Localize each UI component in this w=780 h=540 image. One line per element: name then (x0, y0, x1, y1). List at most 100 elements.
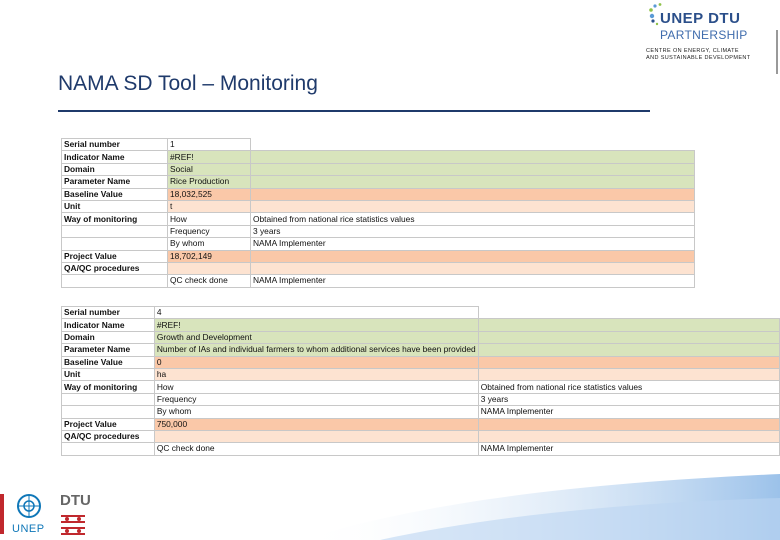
row-label-cell: Unit (61, 199, 168, 214)
row-label-cell (61, 405, 155, 419)
row-value-cell (153, 429, 479, 444)
row-value-cell: 1 (167, 137, 251, 152)
table-row: Parameter Name Rice Production (61, 175, 695, 189)
row-detail-cell (477, 343, 780, 357)
row-value-cell: How (167, 212, 251, 226)
table-row: By whom NAMA Implementer (61, 405, 780, 419)
logo-line-1: UNEP DTU (660, 10, 741, 27)
table-row: Domain Growth and Development (61, 330, 780, 345)
row-detail-cell (250, 249, 695, 263)
row-detail-cell (477, 330, 780, 345)
row-detail-cell (250, 175, 695, 189)
row-detail-cell: 3 years (250, 224, 695, 239)
row-value-cell: Frequency (153, 392, 479, 407)
table-row: Indicator Name #REF! (61, 150, 695, 164)
row-label-cell: QA/QC procedures (61, 429, 155, 444)
row-label-cell: Parameter Name (61, 343, 155, 357)
table-row: Indicator Name #REF! (61, 318, 780, 332)
table-row: Project Value 750,000 (61, 417, 780, 431)
row-detail-cell (477, 367, 780, 382)
table-row: Frequency 3 years (61, 392, 780, 407)
row-detail-cell: 3 years (477, 392, 780, 407)
table-row: Frequency 3 years (61, 224, 695, 239)
row-label-cell: Baseline Value (61, 187, 168, 201)
red-accent-bar (0, 494, 4, 534)
unep-label: UNEP (12, 523, 45, 535)
logo-divider (776, 30, 778, 74)
table-row: Way of monitoring How Obtained from nation… (61, 380, 780, 394)
row-label-cell: Project Value (61, 417, 155, 431)
table-row: Unit ha (61, 367, 780, 382)
table-row: QA/QC procedures (61, 429, 780, 444)
row-detail-cell (250, 187, 695, 201)
row-detail-cell (477, 417, 780, 431)
row-value-cell: t (167, 199, 251, 214)
row-label-cell (61, 274, 168, 288)
table-row: Unit t (61, 199, 695, 214)
row-value-cell: ha (153, 367, 479, 382)
logo-line-2: PARTNERSHIP (660, 28, 748, 42)
row-value-cell: #REF! (153, 318, 479, 332)
row-label-cell (61, 237, 168, 251)
row-detail-cell: Obtained from national rice statistics v… (477, 380, 780, 394)
row-value-cell: QC check done (167, 274, 251, 288)
table-row: Parameter Name Number of IAs and individu… (61, 343, 780, 357)
row-value-cell: How (153, 380, 479, 394)
row-value-cell: 18,032,525 (167, 187, 251, 201)
table-row: Baseline Value 0 (61, 355, 780, 369)
table-row: QA/QC procedures (61, 261, 695, 276)
row-value-cell: By whom (153, 405, 479, 419)
row-label-cell: QA/QC procedures (61, 261, 168, 276)
table-row: By whom NAMA Implementer (61, 237, 695, 251)
row-detail-cell (477, 355, 780, 369)
row-label-cell: Serial number (61, 305, 155, 320)
row-value-cell: Social (167, 162, 251, 177)
table-row: QC check done NAMA Implementer (61, 274, 695, 288)
row-detail-cell: NAMA Implementer (250, 274, 695, 288)
logo-subtitle: CENTRE ON ENERGY, CLIMATE AND SUSTAINABL… (646, 48, 751, 62)
footer-logos: UNEP DTU (0, 474, 110, 540)
table-row: QC check done NAMA Implementer (61, 442, 780, 456)
title-underline (58, 110, 650, 112)
logo-line-4: AND SUSTAINABLE DEVELOPMENT (646, 55, 751, 61)
row-detail-cell (477, 318, 780, 332)
logo-line-3: CENTRE ON ENERGY, CLIMATE (646, 48, 739, 54)
row-label-cell (61, 392, 155, 407)
row-detail-cell (250, 199, 695, 214)
row-label-cell: Unit (61, 367, 155, 382)
row-detail-cell (250, 162, 695, 177)
row-label-cell: Parameter Name (61, 175, 168, 189)
footer-wave-graphic (300, 474, 780, 540)
table-row: Way of monitoring How Obtained from nation… (61, 212, 695, 226)
table-row: Serial number 4 (61, 305, 780, 320)
row-value-cell: Growth and Development (153, 330, 479, 345)
row-detail-cell: NAMA Implementer (250, 237, 695, 251)
monitoring-table-1: Serial number 1 Indicator Name #REF! Domain S… (61, 137, 695, 288)
row-value-cell: 18,702,149 (167, 249, 251, 263)
table-row: Project Value 18,702,149 (61, 249, 695, 263)
row-detail-cell (250, 150, 695, 164)
row-value-cell: 0 (153, 355, 479, 369)
table-row: Serial number 1 (61, 137, 695, 152)
table-row: Domain Social (61, 162, 695, 177)
row-value-cell: Rice Production (167, 175, 251, 189)
row-detail-cell (478, 306, 780, 319)
row-value-cell (167, 261, 251, 276)
table-row: Baseline Value 18,032,525 (61, 187, 695, 201)
row-label-cell: Indicator Name (61, 150, 168, 164)
row-detail-cell: NAMA Implementer (477, 405, 780, 419)
partnership-logo: UNEP DTU PARTNERSHIP CENTRE ON ENERGY, C… (646, 2, 778, 74)
row-label-cell: Baseline Value (61, 355, 155, 369)
row-label-cell: Domain (61, 162, 168, 177)
row-value-cell: By whom (167, 237, 251, 251)
row-value-cell: #REF! (167, 150, 251, 164)
row-detail-cell (250, 261, 695, 276)
row-detail-cell: Obtained from national rice statistics v… (250, 212, 695, 226)
row-value-cell: 750,000 (153, 417, 479, 431)
row-detail-cell: NAMA Implementer (477, 442, 780, 456)
row-value-cell: QC check done (153, 442, 479, 456)
monitoring-table-2: Serial number 4 Indicator Name #REF! Domain G… (61, 305, 780, 456)
row-label-cell: Domain (61, 330, 155, 345)
row-label-cell: Way of monitoring (61, 212, 168, 226)
row-label-cell (61, 224, 168, 239)
